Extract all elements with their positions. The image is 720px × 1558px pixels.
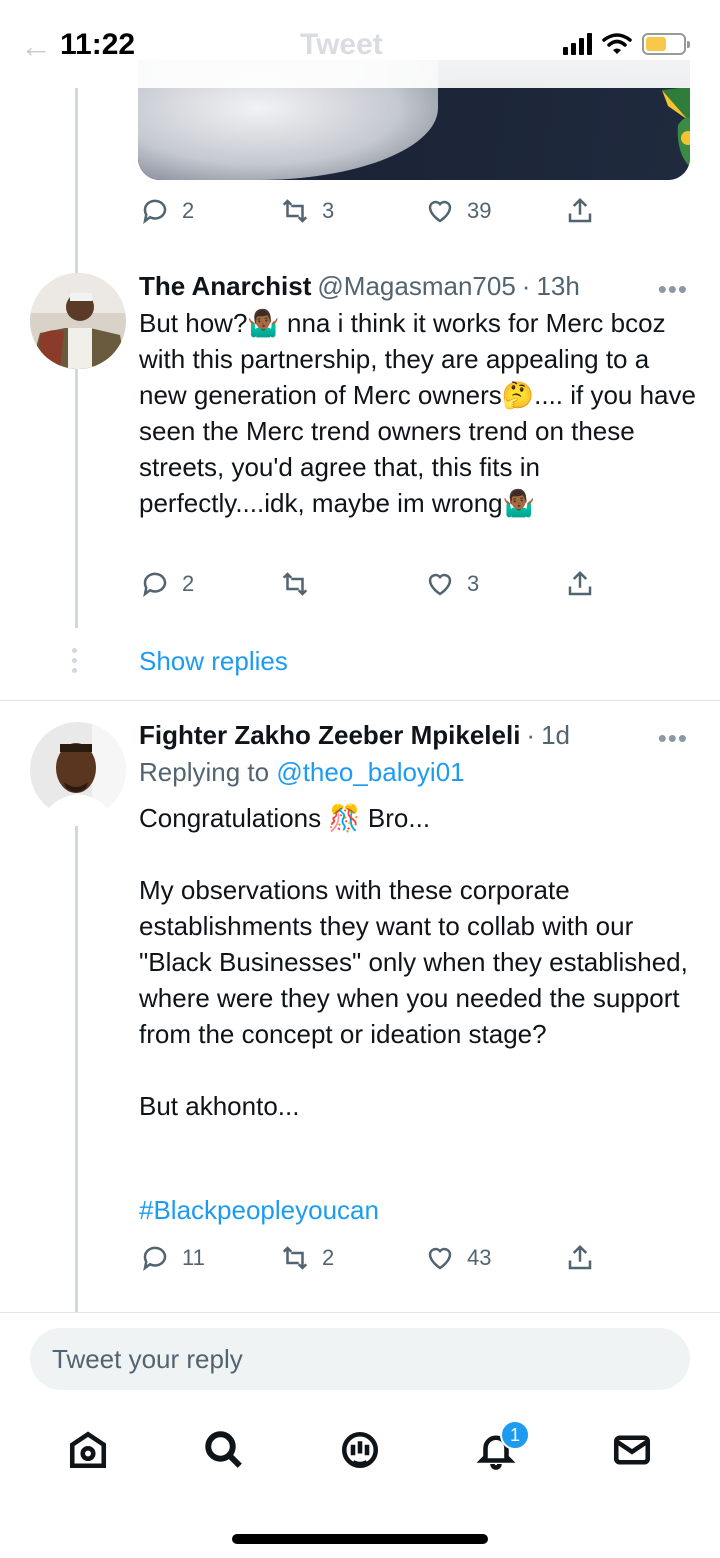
battery-icon [642, 33, 690, 55]
tweet-reply-input[interactable]: Tweet your reply [30, 1328, 690, 1390]
display-name[interactable]: The Anarchist [139, 271, 311, 302]
tweet-text: Congratulations 🎊 Bro... My observations… [139, 803, 688, 1121]
display-name[interactable]: Fighter Zakho Zeeber Mpikeleli [139, 720, 520, 751]
tweet-header: The Anarchist @Magasman705 · 13h [139, 271, 580, 302]
tweet-actions: 2 3 [140, 564, 595, 604]
hashtag-link[interactable]: #Blackpeopleyoucan [139, 1192, 379, 1228]
share-button[interactable] [565, 1243, 595, 1273]
separator-dot: · [526, 720, 536, 750]
retweet-button[interactable]: 2 [280, 1243, 425, 1273]
home-icon [69, 1431, 107, 1469]
like-button[interactable]: 43 [425, 1243, 565, 1273]
share-icon [568, 1244, 592, 1270]
reply-button[interactable]: 2 [140, 569, 280, 599]
mail-icon [613, 1435, 651, 1465]
avatar[interactable] [30, 722, 126, 818]
tweet-time[interactable]: 13h [536, 271, 579, 302]
tweet-header: Fighter Zakho Zeeber Mpikeleli · 1d [139, 720, 570, 751]
separator-dot: · [521, 271, 531, 301]
tweet-text: But how?🤷🏾‍♂️ nna i think it works for M… [139, 308, 704, 518]
status-time: 11:22 [60, 28, 136, 61]
like-button[interactable]: 39 [425, 196, 565, 226]
more-options-icon[interactable]: ••• [658, 274, 688, 305]
notification-badge: 1 [500, 1420, 530, 1450]
tab-spaces[interactable] [330, 1420, 390, 1480]
tweet-actions: 11 2 43 [140, 1238, 595, 1278]
reply-placeholder: Tweet your reply [52, 1343, 243, 1374]
search-icon [205, 1431, 242, 1468]
tweet-actions: 2 3 39 [140, 191, 595, 231]
reply-icon [143, 199, 167, 224]
replying-to-handle[interactable]: @theo_baloyi01 [276, 757, 464, 788]
like-count: 3 [467, 571, 480, 596]
header-title: Tweet [300, 28, 383, 61]
springbok-badge-icon [662, 86, 690, 165]
tab-search[interactable] [194, 1420, 254, 1480]
more-options-icon[interactable]: ••• [658, 723, 688, 754]
share-button[interactable] [565, 569, 595, 599]
retweet-count: 3 [322, 198, 335, 223]
tab-messages[interactable] [602, 1420, 662, 1480]
status-bar: ← Tweet 11:22 [0, 0, 720, 88]
heart-icon [428, 1247, 452, 1270]
heart-icon [428, 573, 452, 596]
reply-button[interactable]: 11 [140, 1243, 280, 1273]
share-icon [568, 197, 592, 223]
signal-icon [563, 33, 592, 55]
home-indicator [232, 1534, 488, 1544]
status-icons [563, 32, 690, 56]
like-count: 43 [467, 1245, 492, 1270]
share-button[interactable] [565, 196, 595, 226]
avatar[interactable] [30, 273, 126, 369]
reply-count: 2 [182, 198, 195, 223]
like-count: 39 [467, 198, 492, 223]
bottom-tab-bar: 1 [0, 1410, 720, 1490]
retweet-count: 2 [322, 1245, 335, 1270]
wifi-icon [602, 33, 632, 54]
share-icon [568, 570, 592, 596]
reply-icon [143, 572, 167, 597]
divider [0, 1312, 720, 1313]
user-handle[interactable]: @Magasman705 [317, 271, 515, 302]
retweet-icon [282, 1246, 308, 1270]
like-button[interactable]: 3 [425, 569, 565, 599]
retweet-icon [282, 572, 308, 596]
retweet-icon [282, 199, 308, 223]
spaces-icon [341, 1431, 379, 1469]
show-replies-link[interactable]: Show replies [139, 646, 288, 677]
reply-count: 11 [182, 1245, 205, 1270]
tab-home[interactable] [58, 1420, 118, 1480]
reply-icon [143, 1246, 167, 1271]
tweet-time[interactable]: 1d [541, 720, 570, 751]
heart-icon [428, 200, 452, 223]
replying-to: Replying to @theo_baloyi01 [139, 757, 465, 788]
divider [0, 700, 720, 701]
retweet-button[interactable]: 3 [280, 196, 425, 226]
replying-to-label: Replying to [139, 757, 277, 787]
back-arrow-icon[interactable]: ← [20, 28, 52, 65]
thread-line [75, 826, 78, 1312]
tab-notifications[interactable]: 1 [466, 1420, 530, 1480]
reply-button[interactable]: 2 [140, 196, 280, 226]
thread-more-dots-icon [72, 648, 77, 673]
retweet-button[interactable] [280, 569, 425, 599]
reply-count: 2 [182, 571, 195, 596]
